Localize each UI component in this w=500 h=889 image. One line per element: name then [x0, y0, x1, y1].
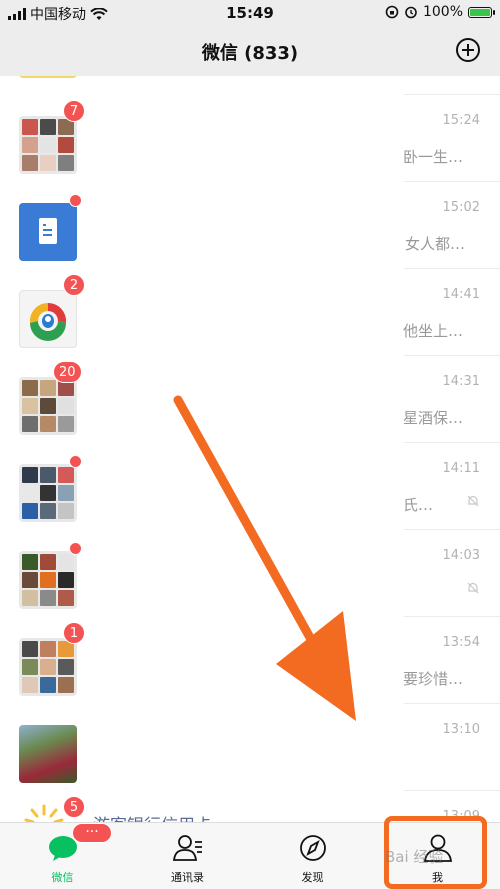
- contacts-icon: [172, 835, 202, 861]
- chats-tab-badge: ···: [72, 823, 112, 843]
- chat-time: 13:10: [442, 722, 480, 737]
- unread-badge: 20: [53, 361, 82, 383]
- chat-row[interactable]: 7 15:24 卧一生…: [0, 94, 500, 181]
- unread-badge: 5: [63, 796, 85, 818]
- chat-name: 游客银行信用卡: [93, 811, 212, 822]
- chat-preview: 卧一生…: [403, 148, 464, 166]
- partial-avatar[interactable]: [19, 76, 77, 78]
- group-avatar: [19, 464, 77, 522]
- nav-bar: 微信 (833): [0, 26, 500, 76]
- tencent-news-avatar: [19, 290, 77, 348]
- status-bar: 中国移动 15:49 100%: [0, 0, 500, 26]
- status-right: 100%: [385, 4, 495, 20]
- watermark: Bai 经验: [385, 848, 444, 866]
- unread-badge: 7: [63, 100, 85, 122]
- unread-badge: 1: [63, 622, 85, 644]
- tab-chats-label: 微信: [51, 871, 74, 884]
- page-title: 微信 (833): [201, 43, 299, 64]
- tab-contacts-label: 通讯录: [171, 871, 204, 884]
- chat-row[interactable]: 13:10: [0, 703, 500, 790]
- alarm-icon: [405, 6, 417, 19]
- chat-row[interactable]: 1 13:54 要珍惜…: [0, 616, 500, 703]
- sun-logo-icon: [24, 804, 64, 822]
- chat-time: 14:03: [442, 548, 480, 563]
- battery-percent: 100%: [422, 4, 463, 20]
- chat-preview: 女人都…: [405, 235, 466, 253]
- compass-icon: [299, 835, 326, 861]
- group-avatar: [19, 638, 77, 696]
- chat-preview: 要珍惜…: [403, 670, 464, 688]
- chat-time: 14:11: [442, 461, 480, 476]
- wechat-screen: 中国移动 15:49 100% 微信 (833) 7 15:24 卧一生… 15…: [0, 0, 500, 889]
- group-avatar: [19, 116, 77, 174]
- tab-contacts[interactable]: 通讯录: [125, 823, 250, 889]
- unread-badge: 2: [63, 274, 85, 296]
- battery-icon: [468, 6, 495, 18]
- news-logo-icon: [29, 302, 67, 341]
- chat-preview: 他坐上…: [403, 322, 464, 340]
- chat-row[interactable]: 14:11 氏…: [0, 442, 500, 529]
- unread-dot: [69, 542, 82, 555]
- mute-bell-icon: [467, 495, 479, 507]
- group-avatar: [19, 551, 77, 609]
- chat-time: 15:24: [442, 113, 480, 128]
- chat-preview: 星酒保…: [403, 409, 464, 427]
- tab-discover-label: 发现: [301, 871, 324, 884]
- chat-preview: 氏…: [403, 496, 434, 514]
- chat-row[interactable]: 2 14:41 他坐上…: [0, 268, 500, 355]
- chat-time: 13:54: [442, 635, 480, 650]
- chat-row[interactable]: 20 14:31 星酒保…: [0, 355, 500, 442]
- chat-time: 15:02: [442, 200, 480, 215]
- tab-discover[interactable]: 发现: [250, 823, 375, 889]
- chat-time: 14:41: [442, 287, 480, 302]
- doc-app-avatar: [19, 203, 77, 261]
- chat-row[interactable]: 15:02 女人都…: [0, 181, 500, 268]
- add-plus-icon[interactable]: [456, 38, 480, 62]
- rotation-lock-icon: [385, 5, 399, 19]
- group-avatar: [19, 377, 77, 435]
- chat-time: 14:31: [442, 374, 480, 389]
- chat-row[interactable]: 14:03: [0, 529, 500, 616]
- unread-dot: [69, 455, 82, 468]
- flower-photo-avatar: [19, 725, 77, 783]
- tab-chats[interactable]: ··· 微信: [0, 823, 125, 889]
- unread-dot: [69, 194, 82, 207]
- chat-list[interactable]: 7 15:24 卧一生… 15:02 女人都… 2 14:41 他坐上… 20 …: [0, 76, 500, 822]
- document-icon: [39, 218, 57, 244]
- mute-bell-icon: [467, 582, 479, 594]
